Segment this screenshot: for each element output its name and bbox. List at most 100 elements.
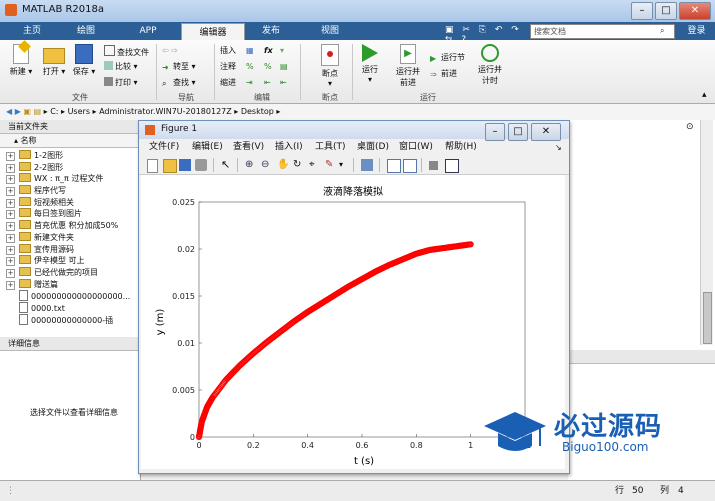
tab-view[interactable]: 视图 (305, 22, 355, 40)
scrollbar-thumb[interactable] (703, 292, 712, 344)
expand-icon[interactable]: + (6, 280, 15, 290)
expand-icon[interactable]: + (6, 187, 15, 197)
run-and-advance-button[interactable]: ▶ 运行并 前进 (390, 44, 426, 88)
expand-icon[interactable]: + (6, 245, 15, 255)
figure-close-button[interactable]: ✕ (531, 123, 561, 141)
run-button[interactable]: 运行 ▾ (356, 44, 384, 84)
folder-item[interactable]: + 赠送篇 (6, 278, 140, 291)
brush-icon[interactable]: ✎ (325, 159, 337, 171)
folder-item[interactable]: + 伊辛模型 可上 (6, 255, 140, 267)
menu-view[interactable]: 查看(V) (233, 140, 264, 155)
open-file-icon[interactable] (163, 159, 177, 173)
tab-publish[interactable]: 发布 (246, 22, 296, 40)
comment-button[interactable]: 注释 (220, 61, 236, 73)
folder-item[interactable]: + WX : π_π 过程文件 (6, 173, 140, 185)
new-button[interactable]: 新建 ▾ (6, 40, 36, 77)
forward-arrow-icon[interactable]: ▶ (15, 107, 21, 116)
smart-indent-icon[interactable]: ⇥ (246, 77, 253, 89)
tab-apps[interactable]: APP (124, 22, 172, 40)
increase-indent-icon[interactable]: ⇤ (264, 77, 271, 89)
show-plot-tools-icon[interactable] (445, 159, 459, 173)
pan-icon[interactable]: ✋ (277, 159, 289, 171)
find-button[interactable]: ⌕ 查找 ▾ (162, 77, 196, 89)
expand-icon[interactable]: + (6, 175, 15, 185)
figure-minimize-button[interactable]: – (485, 123, 505, 141)
tab-editor[interactable]: 编辑器 (181, 23, 245, 41)
decrease-indent-icon[interactable]: ⇤ (280, 77, 287, 89)
zoom-in-icon[interactable]: ⊕ (245, 159, 257, 171)
up-folder-icon[interactable]: ▣ (23, 107, 31, 116)
menu-window[interactable]: 窗口(W) (399, 140, 433, 155)
figure-maximize-button[interactable]: □ (508, 123, 528, 141)
save-button[interactable]: 保存 ▾ (70, 44, 98, 77)
indent-button[interactable]: 缩进 (220, 77, 236, 89)
insert-dropdown-icon[interactable]: ▾ (280, 45, 284, 57)
open-button[interactable]: 打开 ▾ (40, 44, 68, 77)
run-and-time-button[interactable]: 运行并 计时 (472, 44, 508, 86)
find-files-button[interactable]: 查找文件 (104, 45, 149, 57)
quick-access-toolbar[interactable]: ▣ ✂ ⎘ ↶ ↷ ⇆ ? (445, 25, 525, 45)
folder-item[interactable]: +2-2图形 (6, 161, 140, 174)
panel-menu-icon[interactable]: ⊙ (686, 122, 694, 132)
editor-scrollbar[interactable] (700, 120, 713, 345)
percent-comment-icon[interactable]: % (246, 61, 254, 73)
folder-item[interactable]: + 程序代写 (6, 185, 140, 197)
data-cursor-icon[interactable]: ⌖ (309, 159, 321, 171)
fx-button[interactable]: fx (264, 45, 273, 57)
brush-dropdown-icon[interactable]: ▾ (339, 159, 351, 171)
tab-plots[interactable]: 绘图 (62, 22, 110, 40)
minimize-button[interactable]: – (631, 2, 653, 20)
folder-item[interactable]: +1-2图形 (6, 150, 140, 162)
breakpoints-button[interactable]: 断点 ▾ (312, 44, 348, 88)
folder-item[interactable]: + 新建文件夹 (6, 231, 140, 244)
path-segment-user[interactable]: Administrator.WIN7U-20180127Z (99, 107, 232, 116)
print-figure-icon[interactable] (195, 159, 207, 171)
menu-tools[interactable]: 工具(T) (315, 140, 346, 155)
menu-insert[interactable]: 插入(I) (275, 140, 303, 155)
collapse-ribbon-icon[interactable]: ▴ (702, 90, 707, 100)
goto-button[interactable]: ➜ 转至 ▾ (162, 61, 196, 73)
expand-icon[interactable]: + (6, 163, 15, 173)
expand-icon[interactable]: + (6, 198, 15, 208)
folder-item[interactable]: + 宣传用源码 (6, 243, 140, 256)
search-icon[interactable]: ⌕ (660, 26, 664, 36)
back-arrow-icon[interactable]: ◀ (6, 107, 12, 116)
menu-help[interactable]: 帮助(H) (445, 140, 477, 155)
new-figure-icon[interactable] (147, 159, 158, 173)
nav-back-button[interactable]: ⇦ ⇨ (162, 45, 178, 57)
path-segment-desktop[interactable]: Desktop (241, 107, 274, 116)
tab-home[interactable]: 主页 (8, 22, 56, 40)
file-item[interactable]: 000000000000000000... (6, 290, 140, 302)
pointer-icon[interactable]: ↖ (221, 159, 233, 171)
rotate-icon[interactable]: ↻ (293, 159, 305, 171)
expand-icon[interactable]: + (6, 257, 15, 267)
legend-icon[interactable] (403, 159, 417, 173)
run-section-button[interactable]: ▶ 运行节 (430, 52, 465, 64)
folder-item[interactable]: + 每日签到图片 (6, 208, 140, 220)
expand-icon[interactable]: + (6, 268, 15, 278)
expand-icon[interactable]: + (6, 222, 15, 232)
column-header-name[interactable]: ▴ 名称 (0, 134, 140, 148)
link-plot-icon[interactable] (361, 159, 373, 171)
insert-section-icon[interactable]: ▦ (246, 45, 254, 57)
path-segment-drive[interactable]: C: (50, 107, 58, 116)
folder-item[interactable]: + 短视频相关 (6, 196, 140, 209)
file-item[interactable]: 00000000000000-插 (6, 313, 140, 326)
login-button[interactable]: 登录 (678, 22, 715, 40)
path-segment-users[interactable]: Users (68, 107, 90, 116)
folder-item[interactable]: + 已经代做完的项目 (6, 266, 140, 279)
hide-plot-tools-icon[interactable] (429, 161, 438, 170)
search-input[interactable]: 搜索文档 (530, 24, 675, 39)
menu-file[interactable]: 文件(F) (149, 140, 179, 155)
compare-button[interactable]: 比较 ▾ (104, 61, 138, 73)
wrap-comment-icon[interactable]: ▤ (280, 61, 288, 73)
print-button[interactable]: 打印 ▾ (104, 77, 138, 89)
close-button[interactable]: ✕ (679, 2, 711, 20)
expand-icon[interactable]: + (6, 152, 15, 161)
advance-button[interactable]: ⇒ 前进 (430, 68, 457, 80)
menu-edit[interactable]: 编辑(E) (192, 140, 223, 155)
insert-button[interactable]: 插入 (220, 45, 236, 57)
expand-icon[interactable]: + (6, 210, 15, 220)
colorbar-icon[interactable] (387, 159, 401, 173)
expand-icon[interactable]: + (6, 233, 15, 243)
